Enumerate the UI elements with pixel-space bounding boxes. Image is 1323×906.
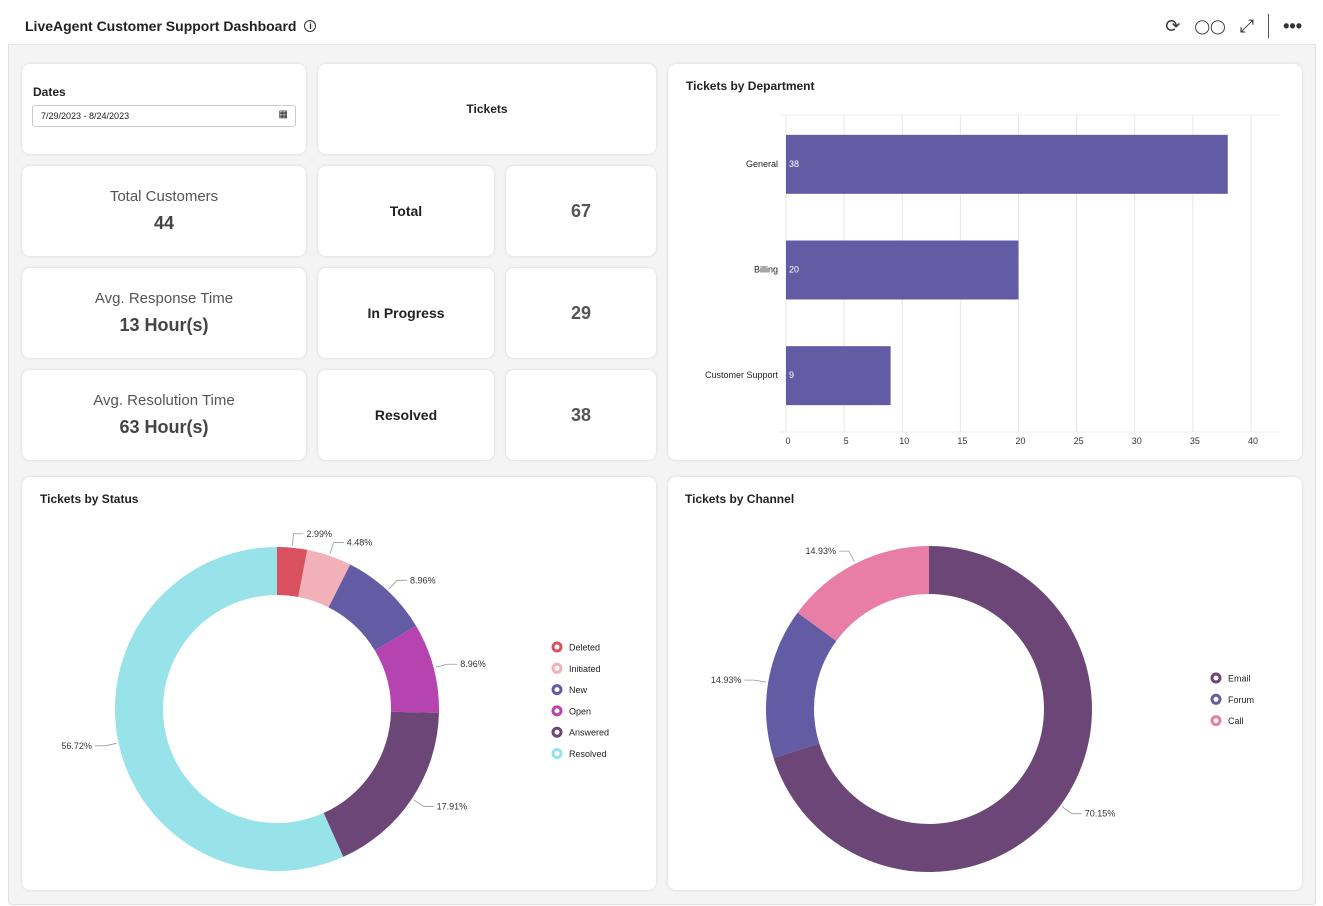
chart-title: Tickets by Status bbox=[40, 492, 139, 506]
glasses-icon[interactable]: ◯◯ bbox=[1194, 18, 1225, 35]
ticket-count-value-card: 67 bbox=[506, 166, 656, 256]
kpi-label: Total Customers bbox=[109, 188, 219, 205]
refresh-icon[interactable]: ⟳ bbox=[1165, 16, 1180, 37]
dates-label: Dates bbox=[33, 85, 66, 99]
chart-title: Tickets by Department bbox=[686, 79, 815, 93]
kpi-value: 13 Hour(s) bbox=[119, 315, 209, 335]
ticket-count-value: 67 bbox=[570, 200, 592, 221]
ticket-count-value: 38 bbox=[570, 404, 592, 425]
kpi-label: Avg. Resolution Time bbox=[93, 392, 235, 409]
ticket-count-label-card: In Progress bbox=[318, 268, 494, 358]
tickets-by-department-card: Tickets by Department bbox=[668, 64, 1302, 460]
ticket-count-label-card: Resolved bbox=[318, 370, 494, 460]
kpi-value: 63 Hour(s) bbox=[119, 417, 209, 437]
ticket-count-value-card: 29 bbox=[506, 268, 656, 358]
ticket-count-value-card: 38 bbox=[506, 370, 656, 460]
kpi-card: Total Customers 44 bbox=[22, 166, 306, 256]
kpi-label: Avg. Response Time bbox=[94, 290, 234, 307]
tickets-by-channel-card: Tickets by Channel bbox=[668, 477, 1302, 890]
tickets-by-status-card: Tickets by Status bbox=[22, 477, 656, 890]
date-range-input[interactable]: 7/29/2023 - 8/24/2023 ▦ bbox=[32, 105, 296, 127]
chart-title: Tickets by Channel bbox=[685, 492, 795, 506]
calendar-icon[interactable]: ▦ bbox=[279, 109, 288, 120]
tickets-header-card: Tickets bbox=[318, 64, 656, 154]
kpi-card: Avg. Response Time 13 Hour(s) bbox=[22, 268, 306, 358]
more-icon[interactable]: ••• bbox=[1283, 16, 1302, 37]
kpi-card: Avg. Resolution Time 63 Hour(s) bbox=[22, 370, 306, 460]
tickets-header: Tickets bbox=[466, 102, 508, 116]
info-icon[interactable]: i bbox=[304, 20, 317, 32]
dates-filter-card: Dates 7/29/2023 - 8/24/2023 ▦ bbox=[22, 64, 306, 154]
date-range-value: 7/29/2023 - 8/24/2023 bbox=[41, 111, 130, 121]
kpi-value: 44 bbox=[153, 213, 175, 233]
dashboard-header: LiveAgent Customer Support Dashboard i ⟳… bbox=[8, 8, 1316, 45]
ticket-count-label-card: Total bbox=[318, 166, 494, 256]
ticket-count-label: In Progress bbox=[367, 305, 445, 321]
divider bbox=[1268, 14, 1270, 38]
ticket-count-value: 29 bbox=[570, 302, 592, 323]
ticket-count-label: Resolved bbox=[374, 407, 438, 423]
expand-icon[interactable]: ⤢ bbox=[1240, 16, 1254, 37]
dashboard-title: LiveAgent Customer Support Dashboard bbox=[25, 18, 297, 34]
ticket-count-label: Total bbox=[389, 203, 423, 219]
